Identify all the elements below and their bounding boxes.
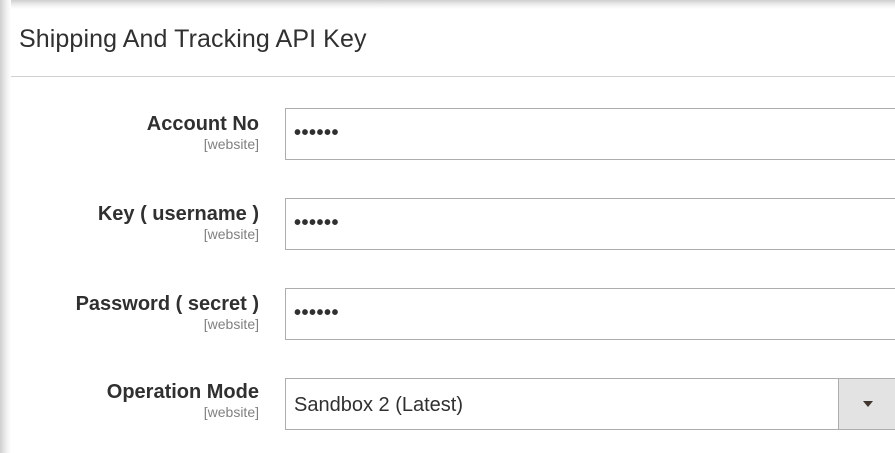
operation-mode-selected: Sandbox 2 (Latest) <box>294 394 463 416</box>
chevron-down-icon <box>863 401 873 407</box>
operation-mode-scope: [website] <box>203 404 259 420</box>
operation-mode-select[interactable]: Sandbox 2 (Latest) <box>285 378 895 430</box>
password-input[interactable]: •••••• <box>285 288 895 340</box>
password-value: •••••• <box>294 302 340 324</box>
password-label-block: Password ( secret ) [website] <box>76 292 259 333</box>
key-label-block: Key ( username ) [website] <box>98 202 259 243</box>
frame-shadow-left <box>0 0 11 453</box>
account-no-scope: [website] <box>203 136 259 152</box>
password-label: Password ( secret ) <box>75 293 259 315</box>
key-scope: [website] <box>203 226 259 242</box>
field-row-account-no: Account No [website] •••••• <box>11 108 895 164</box>
config-section-panel: Shipping And Tracking API Key Account No… <box>11 9 895 453</box>
account-no-label-block: Account No [website] <box>147 112 259 153</box>
operation-mode-label-block: Operation Mode [website] <box>107 380 259 421</box>
account-no-input[interactable]: •••••• <box>285 108 895 160</box>
key-label: Key ( username ) <box>97 203 259 225</box>
operation-mode-dropdown-button[interactable] <box>838 379 895 429</box>
key-input[interactable]: •••••• <box>285 198 895 250</box>
account-no-value: •••••• <box>294 122 340 144</box>
key-value: •••••• <box>294 212 340 234</box>
frame-shadow-top <box>0 0 895 9</box>
config-frame: Shipping And Tracking API Key Account No… <box>0 0 895 453</box>
password-scope: [website] <box>203 316 259 332</box>
section-title[interactable]: Shipping And Tracking API Key <box>19 25 367 54</box>
operation-mode-label: Operation Mode <box>106 381 259 403</box>
account-no-label: Account No <box>146 113 259 135</box>
section-divider <box>11 76 895 77</box>
field-row-key: Key ( username ) [website] •••••• <box>11 198 895 254</box>
field-row-password: Password ( secret ) [website] •••••• <box>11 288 895 344</box>
field-row-operation-mode: Operation Mode [website] Sandbox 2 (Late… <box>11 378 895 434</box>
